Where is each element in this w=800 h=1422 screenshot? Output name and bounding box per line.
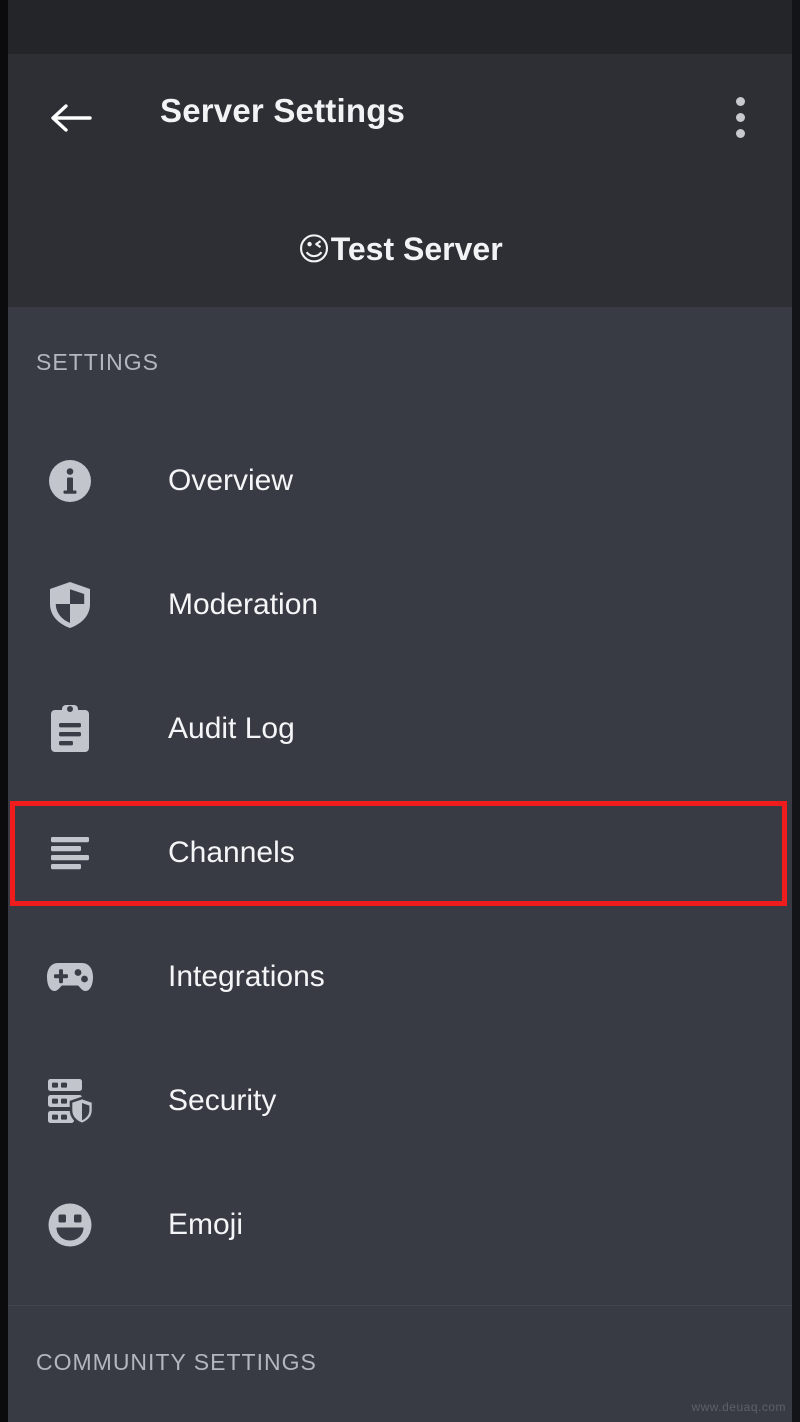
sidebar-item-security-label: Security (168, 1084, 277, 1117)
sidebar-item-moderation[interactable]: Moderation (8, 557, 792, 653)
server-name-row: 😉Test Server (8, 230, 792, 268)
more-vertical-icon-dot-3 (735, 128, 745, 138)
sidebar-item-channels-label: Channels (168, 836, 295, 869)
shield-icon (44, 579, 96, 631)
header-top-row: Server Settings (8, 54, 792, 180)
overflow-menu-button[interactable] (718, 88, 762, 146)
sidebar-item-emoji-label: Emoji (168, 1208, 244, 1241)
server-emoji-icon: 😉 (297, 230, 331, 268)
app-header: Server Settings 😉Test Server (8, 54, 792, 307)
page-title: Server Settings (160, 92, 406, 129)
sidebar-item-channels[interactable]: Channels (8, 805, 792, 901)
sidebar-item-overview-label: Overview (168, 464, 294, 497)
screen-edge-right (792, 0, 800, 1422)
gamepad-icon (44, 951, 96, 1003)
section-divider (8, 1305, 792, 1306)
more-vertical-icon-dot-2 (735, 112, 745, 122)
more-vertical-icon-dot-1 (735, 96, 745, 106)
section-header-community-settings: COMMUNITY SETTINGS (36, 1349, 317, 1375)
watermark: www.deuaq.com (691, 1400, 786, 1414)
server-name-label: Test Server (330, 231, 503, 267)
info-circle-icon (44, 455, 96, 507)
screen-edge-left (0, 0, 8, 1422)
sidebar-item-audit-log[interactable]: Audit Log (8, 681, 792, 777)
sidebar-item-emoji[interactable]: Emoji (8, 1177, 792, 1273)
settings-list: SETTINGS Overview Moderation Audit Log C… (8, 307, 792, 1422)
back-button[interactable] (38, 86, 102, 150)
phone-screenshot: Server Settings 😉Test Server SETTINGS Ov… (0, 0, 800, 1422)
channels-list-icon (44, 827, 96, 879)
sidebar-item-integrations[interactable]: Integrations (8, 929, 792, 1025)
server-shield-icon (44, 1075, 96, 1127)
sidebar-item-overview[interactable]: Overview (8, 433, 792, 529)
clipboard-icon (44, 703, 96, 755)
sidebar-item-integrations-label: Integrations (168, 960, 325, 993)
smiley-icon (44, 1199, 96, 1251)
arrow-left-icon (48, 98, 92, 138)
status-bar (8, 0, 792, 54)
sidebar-item-moderation-label: Moderation (168, 588, 319, 621)
section-header-settings: SETTINGS (36, 349, 160, 375)
sidebar-item-security[interactable]: Security (8, 1053, 792, 1149)
sidebar-item-audit-log-label: Audit Log (168, 712, 295, 745)
